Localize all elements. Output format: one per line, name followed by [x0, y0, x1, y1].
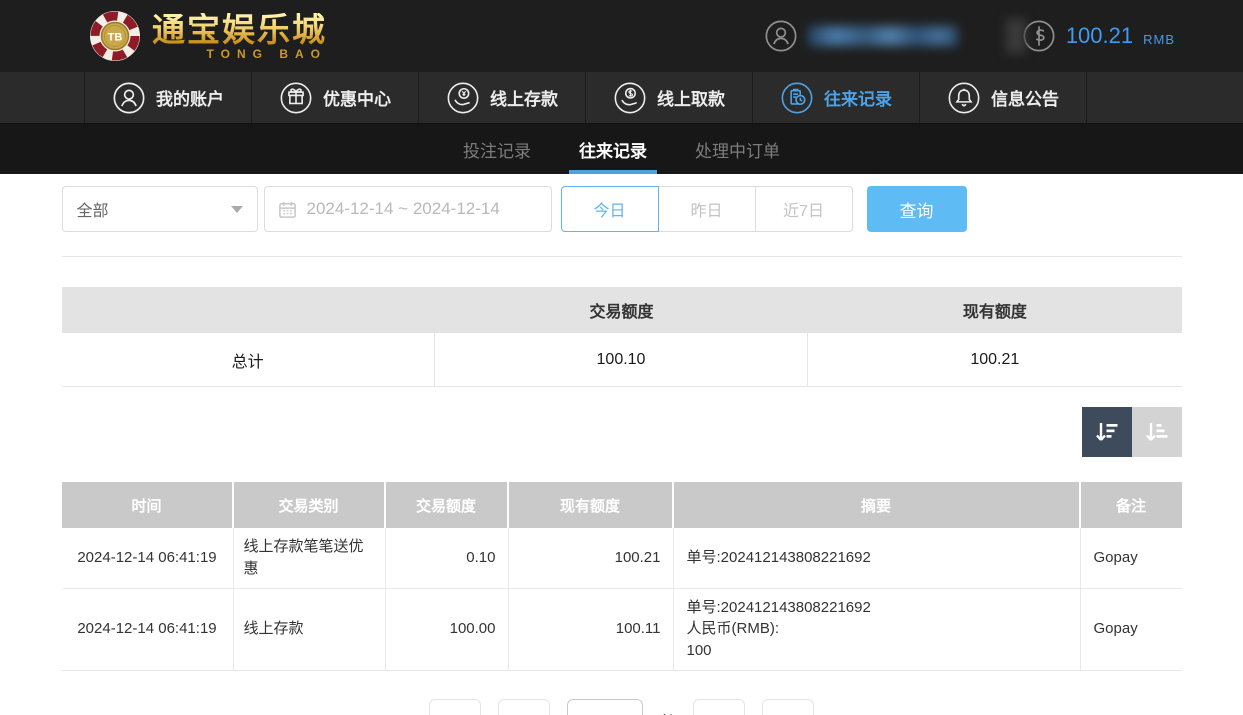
summary-header-row: 交易额度 现有额度 [61, 287, 1182, 333]
nav-item-promotions[interactable]: 优惠中心 [252, 72, 419, 123]
nav-label: 优惠中心 [323, 90, 391, 109]
cell-note: Gopay [1093, 620, 1138, 638]
records-icon [781, 82, 813, 113]
date-range-picker[interactable]: 2024-12-14 ~ 2024-12-14 [263, 186, 552, 232]
main-navigation: 我的账户 优惠中心 线上存款 线上取款 往来记录 信息公告 [0, 72, 1243, 124]
account-icon [113, 82, 145, 113]
previous-page-button[interactable] [498, 698, 551, 715]
summary-current-total: 100.21 [970, 350, 1020, 368]
tab-transaction-records[interactable]: 往来记录 [569, 124, 657, 174]
calendar-icon [278, 201, 296, 218]
brand-name: 通宝娱乐城 [152, 10, 327, 48]
search-button[interactable]: 查询 [866, 186, 967, 232]
section-divider [61, 256, 1182, 257]
cell-note: Gopay [1093, 548, 1138, 566]
withdraw-icon [614, 82, 646, 113]
sort-controls [62, 407, 1182, 457]
sort-ascending-button[interactable] [1131, 407, 1182, 457]
col-category: 交易类别 [234, 482, 386, 528]
logo-text: 通宝娱乐城 TONG BAO [152, 13, 327, 60]
brand-subtitle: TONG BAO [206, 46, 327, 61]
blur-patch [1005, 19, 1026, 53]
tab-pending-orders[interactable]: 处理中订单 [693, 124, 782, 174]
cell-time: 2024-12-14 06:41:19 [62, 588, 234, 670]
user-account[interactable] [764, 19, 958, 53]
sub-tab-bar: 投注记录 往来记录 处理中订单 [0, 124, 1243, 174]
balance-amount: 100.21 [1065, 23, 1134, 48]
tab-betting-records[interactable]: 投注记录 [461, 124, 533, 174]
nav-label: 线上存款 [490, 90, 558, 109]
sort-descending-button[interactable] [1081, 407, 1132, 457]
tab-label: 投注记录 [463, 141, 531, 161]
col-time: 时间 [62, 482, 234, 528]
announcement-bell-icon [948, 82, 980, 113]
next-page-button[interactable] [692, 698, 745, 715]
cell-summary: 单号:202412143808221692 人民币(RMB): 100 [674, 588, 1081, 670]
tab-label: 往来记录 [579, 141, 647, 161]
table-row: 2024-12-14 06:41:19 线上存款笔笔送优惠 0.10 100.2… [61, 528, 1182, 589]
table-row: 2024-12-14 06:41:19 线上存款 100.00 100.11 单… [61, 588, 1182, 671]
casino-chip-icon: TB [90, 11, 140, 61]
cell-transaction-amount: 100.00 [386, 588, 509, 670]
chevron-down-icon [230, 205, 243, 213]
nav-label: 我的账户 [156, 90, 224, 109]
quick-range-yesterday-button[interactable]: 昨日 [657, 186, 756, 232]
summary-col-empty [62, 287, 435, 333]
dollar-coin-icon [1023, 20, 1055, 52]
nav-item-withdraw[interactable]: 线上取款 [586, 72, 753, 123]
summary-col-current-amount: 现有额度 [962, 304, 1027, 321]
main-content: 全部 2024-12-14 ~ 2024-12-14 今日 昨日 近7日 查询 … [61, 186, 1182, 715]
nav-item-announcements[interactable]: 信息公告 [920, 72, 1087, 123]
summary-total-label: 总计 [62, 333, 435, 386]
summary-total-row: 总计 100.10 100.21 [61, 333, 1182, 387]
col-note: 备注 [1115, 497, 1146, 515]
col-summary: 摘要 [674, 482, 1081, 528]
quick-range-group: 今日 昨日 近7日 [560, 186, 853, 232]
cell-category: 线上存款 [234, 588, 386, 670]
site-logo[interactable]: TB 通宝娱乐城 TONG BAO [88, 9, 327, 63]
records-header-row: 时间 交易类别 交易额度 现有额度 摘要 备注 [61, 482, 1182, 528]
balance-currency: RMB [1143, 31, 1175, 47]
pagination: 1 /1 [62, 698, 1182, 715]
type-select[interactable]: 全部 [61, 186, 258, 232]
filter-row: 全部 2024-12-14 ~ 2024-12-14 今日 昨日 近7日 查询 [61, 186, 1182, 232]
username-blurred [807, 26, 958, 46]
cell-summary: 单号:202412143808221692 [674, 528, 1081, 588]
records-table: 时间 交易类别 交易额度 现有额度 摘要 备注 2024-12-14 06:41… [61, 482, 1182, 671]
last-page-button[interactable] [761, 698, 814, 715]
cell-time: 2024-12-14 06:41:19 [62, 528, 234, 588]
sort-descending-icon [1096, 422, 1118, 441]
cell-current-amount: 100.21 [509, 528, 674, 588]
nav-item-deposit[interactable]: 线上存款 [419, 72, 586, 123]
summary-table: 交易额度 现有额度 总计 100.10 100.21 [61, 287, 1182, 387]
nav-label: 信息公告 [991, 90, 1059, 109]
sort-ascending-icon [1146, 422, 1168, 441]
col-current-amount: 现有额度 [509, 482, 674, 528]
total-pages-label: /1 [660, 699, 676, 715]
nav-item-transaction-records[interactable]: 往来记录 [753, 72, 920, 123]
cell-category: 线上存款笔笔送优惠 [234, 528, 386, 588]
summary-col-transaction-amount: 交易额度 [589, 304, 654, 321]
top-header-bar: TB 通宝娱乐城 TONG BAO 100.21 RMB [0, 0, 1243, 72]
tab-label: 处理中订单 [695, 141, 780, 161]
col-transaction-amount: 交易额度 [386, 482, 509, 528]
cell-current-amount: 100.11 [509, 588, 674, 670]
summary-transaction-total: 100.10 [435, 333, 809, 386]
type-select-value: 全部 [76, 203, 109, 220]
header-right: 100.21 RMB [764, 19, 1175, 53]
deposit-icon [447, 82, 479, 113]
quick-range-last7days-button[interactable]: 近7日 [754, 186, 853, 232]
page-number-select[interactable]: 1 [567, 698, 644, 715]
chip-label: TB [108, 32, 123, 44]
nav-item-my-account[interactable]: 我的账户 [84, 72, 252, 123]
quick-range-today-button[interactable]: 今日 [560, 186, 659, 232]
first-page-button[interactable] [429, 698, 482, 715]
date-range-value: 2024-12-14 ~ 2024-12-14 [306, 199, 500, 218]
cell-transaction-amount: 0.10 [386, 528, 509, 588]
balance-display[interactable]: 100.21 RMB [1005, 19, 1175, 53]
nav-label: 往来记录 [824, 90, 892, 109]
promotions-gift-icon [280, 82, 312, 113]
user-avatar-icon [765, 20, 797, 52]
nav-label: 线上取款 [657, 90, 725, 109]
